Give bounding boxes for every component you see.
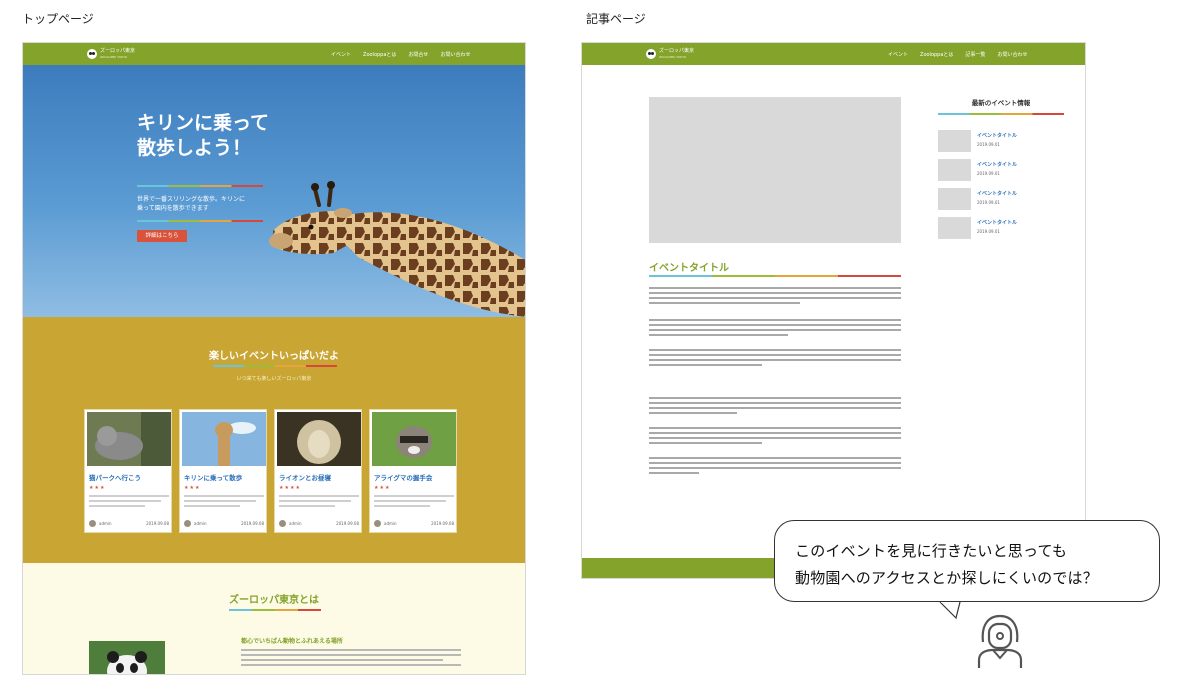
about-section: ズーロッパ東京とは 都心でいちばん動物とふれあえる場所 — [23, 563, 525, 674]
speech-bubble-line1: このイベントを見に行きたいと思っても — [795, 542, 1068, 560]
event-card-title[interactable]: ライオンとお昼寝 — [279, 472, 331, 482]
event-card-excerpt — [184, 495, 264, 510]
avatar — [374, 520, 381, 527]
speech-bubble-line2: 動物園へのアクセスとか探しにくいのでは？ — [795, 569, 1098, 587]
panda-image — [89, 641, 165, 674]
top-page-label: トップページ — [22, 12, 94, 26]
events-subtitle: いつ来ても楽しいズーロッパ東京 — [236, 376, 312, 382]
sidebar-event-item[interactable]: イベントタイトル 2019.09.01 — [938, 217, 1068, 241]
sidebar-thumb — [938, 130, 971, 152]
article-nav-links: イベント Zooloppaとは 記事一覧 お問い合わせ — [888, 51, 1027, 58]
article-paragraph — [649, 397, 901, 417]
hero-divider — [137, 185, 263, 187]
article-paragraph — [649, 427, 901, 447]
event-card-excerpt — [374, 495, 454, 510]
article-title-divider — [649, 275, 901, 277]
events-divider — [213, 365, 337, 367]
article-paragraph — [649, 319, 901, 339]
article-navbar: ズーロッパ東京 ZOOLOPPA TOKYO イベント Zooloppaとは 記… — [582, 43, 1085, 65]
site-logo-text[interactable]: ズーロッパ東京 — [659, 49, 694, 54]
hero-divider-bottom — [137, 220, 263, 222]
sidebar-event-title[interactable]: イベントタイトル — [977, 161, 1017, 168]
sidebar-thumb — [938, 188, 971, 210]
giraffe-card-image — [182, 412, 266, 466]
event-card[interactable]: アライグマの握手会 ★★★ admin 2019.09.08 — [369, 409, 457, 533]
about-divider — [229, 609, 321, 611]
sidebar-event-date: 2019.09.01 — [977, 171, 1000, 176]
avatar — [184, 520, 191, 527]
event-card-footer: admin 2019.09.08 — [279, 520, 359, 528]
event-card-rating: ★★★ — [184, 485, 201, 491]
top-navbar: ズーロッパ東京 ZOOLOPPA TOKYO イベント Zooloppaとは お… — [23, 43, 525, 65]
sidebar-thumb — [938, 159, 971, 181]
site-logo-subtext: ZOOLOPPA TOKYO — [100, 55, 128, 59]
panda-logo-icon[interactable] — [646, 49, 656, 59]
event-card-footer: admin 2019.09.08 — [89, 520, 169, 528]
event-card-rating: ★★★★ — [279, 485, 301, 491]
site-logo-text[interactable]: ズーロッパ東京 — [100, 49, 135, 54]
sidebar-event-title[interactable]: イベントタイトル — [977, 219, 1017, 226]
event-card-rating: ★★★ — [374, 485, 391, 491]
sidebar-event-title[interactable]: イベントタイトル — [977, 132, 1017, 139]
hero-title: キリンに乗って 散歩しよう！ — [137, 112, 270, 159]
sidebar-event-item[interactable]: イベントタイトル 2019.09.01 — [938, 130, 1068, 154]
article-page-label: 記事ページ — [586, 12, 646, 26]
hero-detail-button[interactable]: 詳細はこちら — [137, 230, 187, 242]
event-card-title[interactable]: キリンに乗って散歩 — [184, 472, 242, 482]
event-card-excerpt — [89, 495, 169, 510]
event-card-title[interactable]: アライグマの握手会 — [374, 472, 432, 482]
nav-link-inquiry[interactable]: お問い合わせ — [997, 51, 1027, 58]
site-logo-subtext: ZOOLOPPA TOKYO — [659, 55, 687, 59]
event-card[interactable]: キリンに乗って散歩 ★★★ admin 2019.09.08 — [179, 409, 267, 533]
article-paragraph — [649, 457, 901, 477]
event-card-title[interactable]: 猫パークへ行こう — [89, 472, 141, 482]
article-title: イベントタイトル — [649, 263, 729, 274]
article-paragraph — [649, 349, 901, 369]
sidebar-event-date: 2019.09.01 — [977, 142, 1000, 147]
giraffe-image — [269, 181, 525, 317]
event-card-rating: ★★★ — [89, 485, 106, 491]
hero-section: キリンに乗って 散歩しよう！ 世界で一番スリリングな散歩。キリンに 乗って園内を… — [23, 65, 525, 317]
sidebar-event-item[interactable]: イベントタイトル 2019.09.01 — [938, 159, 1068, 183]
event-card-footer: admin 2019.09.08 — [184, 520, 264, 528]
events-title: 楽しいイベントいっぱいだよ — [209, 351, 339, 362]
about-body-text — [241, 649, 461, 669]
nav-link-about[interactable]: Zooloppaとは — [363, 51, 396, 58]
nav-link-about[interactable]: Zooloppaとは — [920, 51, 953, 58]
event-card[interactable]: ライオンとお昼寝 ★★★★ admin 2019.09.08 — [274, 409, 362, 533]
article-image-placeholder — [649, 97, 901, 243]
speech-bubble: このイベントを見に行きたいと思っても 動物園へのアクセスとか探しにくいのでは？ — [774, 520, 1160, 602]
raccoon-image — [372, 412, 456, 466]
event-card-excerpt — [279, 495, 359, 510]
top-page-mockup: ズーロッパ東京 ZOOLOPPA TOKYO イベント Zooloppaとは お… — [22, 42, 526, 675]
event-card-footer: admin 2019.09.08 — [374, 520, 454, 528]
nav-link-inquiry[interactable]: お問い合わせ — [440, 51, 470, 58]
event-card[interactable]: 猫パークへ行こう ★★★ admin 2019.09.08 — [84, 409, 172, 533]
avatar — [279, 520, 286, 527]
top-nav-links: イベント Zooloppaとは お問合せ お問い合わせ — [331, 51, 470, 58]
avatar — [89, 520, 96, 527]
sidebar-event-date: 2019.09.01 — [977, 229, 1000, 234]
sidebar-event-title[interactable]: イベントタイトル — [977, 190, 1017, 197]
panda-logo-icon[interactable] — [87, 49, 97, 59]
nav-link-event[interactable]: イベント — [888, 51, 908, 58]
lion-image — [277, 412, 361, 466]
article-page-mockup: ズーロッパ東京 ZOOLOPPA TOKYO イベント Zooloppaとは 記… — [581, 42, 1086, 579]
sidebar-divider — [938, 113, 1064, 115]
sidebar-thumb — [938, 217, 971, 239]
person-icon — [977, 614, 1023, 668]
about-subheading: 都心でいちばん動物とふれあえる場所 — [241, 638, 343, 645]
sidebar-event-item[interactable]: イベントタイトル 2019.09.01 — [938, 188, 1068, 212]
sidebar-event-date: 2019.09.01 — [977, 200, 1000, 205]
about-title: ズーロッパ東京とは — [229, 595, 319, 606]
nav-link-articles[interactable]: 記事一覧 — [965, 51, 985, 58]
hero-description: 世界で一番スリリングな散歩。キリンに 乗って園内を散歩できます — [137, 196, 246, 212]
nav-link-event[interactable]: イベント — [331, 51, 351, 58]
events-section: 楽しいイベントいっぱいだよ いつ来ても楽しいズーロッパ東京 猫パークへ行こう ★… — [23, 317, 525, 563]
nav-link-contact[interactable]: お問合せ — [408, 51, 428, 58]
cat-image — [87, 412, 171, 466]
sidebar-title: 最新のイベント情報 — [971, 99, 1031, 107]
article-paragraph — [649, 287, 901, 307]
